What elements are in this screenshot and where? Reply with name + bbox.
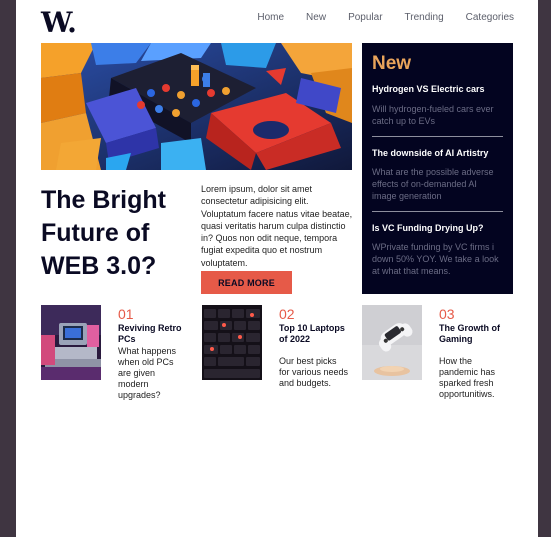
card-number: 03 — [439, 306, 455, 322]
divider — [372, 136, 503, 137]
new-item-title[interactable]: Is VC Funding Drying Up? — [372, 222, 503, 234]
page: W. Home New Popular Trending Categories — [16, 0, 538, 537]
nav-categories[interactable]: Categories — [466, 12, 514, 24]
new-item-title[interactable]: The downside of AI Artistry — [372, 147, 503, 159]
card-number: 02 — [279, 306, 295, 322]
article-card[interactable]: 03 The Growth of Gaming How the pandemic… — [362, 305, 512, 405]
card-title[interactable]: Top 10 Laptops of 2022 — [279, 323, 349, 345]
retro-pc-thumbnail[interactable] — [41, 305, 101, 380]
hero-image — [41, 43, 352, 170]
divider — [372, 211, 503, 212]
nav-popular[interactable]: Popular — [348, 12, 382, 24]
new-panel-title: New — [372, 53, 412, 74]
card-description: How the pandemic has sparked fresh oppor… — [439, 356, 496, 399]
new-item-text: WPrivate funding by VC firms i down 50% … — [372, 242, 499, 276]
main-nav: Home New Popular Trending Categories — [257, 12, 514, 24]
new-item[interactable]: Is VC Funding Drying Up? WPrivate fundin… — [372, 222, 503, 277]
article-cards: 01 Reviving Retro PCs What happens when … — [41, 305, 513, 405]
card-description: What happens when old PCs are given mode… — [118, 346, 177, 400]
hero-intro: Lorem ipsum, dolor sit amet consectetur … — [201, 184, 353, 268]
card-number: 01 — [118, 306, 134, 322]
hero-headline: The Bright Future of WEB 3.0? — [41, 186, 166, 280]
nav-home[interactable]: Home — [257, 12, 284, 24]
new-panel: New Hydrogen VS Electric cars Will hydro… — [362, 43, 513, 294]
article-card[interactable]: 01 Reviving Retro PCs What happens when … — [41, 305, 191, 405]
card-title[interactable]: Reviving Retro PCs — [118, 323, 188, 345]
game-controller-thumbnail[interactable] — [362, 305, 422, 380]
new-item[interactable]: Hydrogen VS Electric cars Will hydrogen-… — [372, 83, 503, 127]
read-more-button[interactable]: READ MORE — [201, 271, 292, 294]
new-item-text: Will hydrogen-fueled cars ever catch up … — [372, 104, 494, 126]
card-description: Our best picks for various needs and bud… — [279, 356, 349, 388]
laptop-keyboard-thumbnail[interactable] — [202, 305, 262, 380]
new-item-title[interactable]: Hydrogen VS Electric cars — [372, 83, 503, 95]
new-item[interactable]: The downside of AI Artistry What are the… — [372, 147, 503, 202]
new-item-text: What are the possible adverse effects of… — [372, 167, 494, 201]
article-card[interactable]: 02 Top 10 Laptops of 2022 Our best picks… — [202, 305, 352, 405]
nav-trending[interactable]: Trending — [405, 12, 444, 24]
site-logo[interactable]: W. — [41, 8, 77, 38]
card-title[interactable]: The Growth of Gaming — [439, 323, 509, 345]
nav-new[interactable]: New — [306, 12, 326, 24]
